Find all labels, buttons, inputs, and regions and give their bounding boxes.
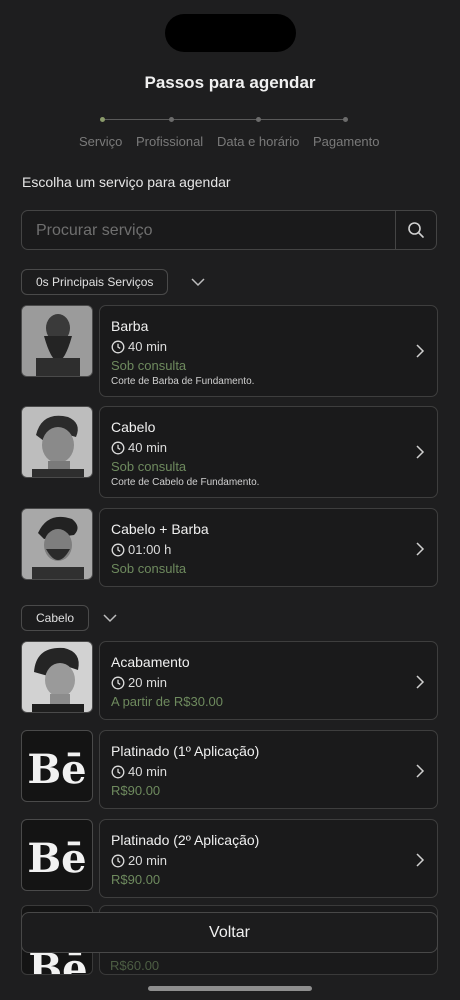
page-title: Passos para agendar: [144, 73, 316, 92]
section-subtitle: Escolha um serviço para agendar: [22, 174, 231, 190]
search-icon: [408, 222, 424, 238]
clock-icon: [111, 441, 125, 454]
chevron-down-icon[interactable]: [102, 610, 118, 626]
be-logo-image: Bē: [29, 835, 85, 880]
service-image-cabelo: [21, 406, 93, 478]
step-label-servico: Serviço: [79, 134, 123, 149]
step-labels: Serviço Profissional Data e horário Paga…: [0, 134, 460, 150]
curly-haircut-profile-image: [22, 642, 92, 712]
chevron-right-icon: [416, 344, 425, 358]
service-name: Acabamento: [111, 654, 190, 670]
step-label-data: Data e horário: [217, 134, 300, 149]
service-name: Barba: [111, 318, 149, 334]
back-button[interactable]: Voltar: [21, 912, 438, 953]
search-box: [21, 210, 437, 251]
clock-icon: [111, 340, 125, 353]
category-chip-principais[interactable]: 0s Principais Serviços: [21, 269, 169, 295]
clock-icon: [111, 854, 125, 867]
category-label: Cabelo: [36, 611, 75, 625]
clock-icon: [111, 543, 125, 556]
service-price: Sob consulta: [111, 459, 187, 474]
search-button[interactable]: [395, 211, 436, 249]
haircut-profile-image: [22, 407, 92, 477]
service-card-acabamento[interactable]: Acabamento 20 min A partir de R$30.00: [99, 641, 438, 720]
step-label-profissional: Profissional: [136, 134, 204, 149]
beard-portrait-image: [22, 306, 92, 376]
service-card-platinado-2[interactable]: Platinado (2º Aplicação) 20 min R$90.00: [99, 819, 438, 898]
duration-text: 40 min: [128, 339, 168, 354]
step-dot-profissional: [169, 117, 174, 122]
service-price: Sob consulta: [111, 561, 187, 576]
chevron-down-icon[interactable]: [190, 274, 206, 290]
category-chip-cabelo[interactable]: Cabelo: [21, 605, 90, 631]
clock-icon: [111, 676, 125, 689]
service-price: R$90.00: [111, 783, 161, 798]
chevron-right-icon: [416, 853, 425, 867]
duration-text: 01:00 h: [128, 542, 172, 557]
service-description: Corte de Cabelo de Fundamento.: [111, 477, 260, 488]
hair-beard-portrait-image: [22, 509, 92, 579]
step-progress: [100, 114, 348, 124]
step-label-pagamento: Pagamento: [313, 134, 380, 149]
service-image-platinado-2: Bē: [21, 819, 93, 891]
step-dot-servico: [100, 117, 105, 122]
service-name: Cabelo: [111, 419, 156, 435]
svg-text:Bē: Bē: [29, 835, 85, 880]
service-duration: 40 min: [111, 440, 167, 455]
service-name: Platinado (1º Aplicação): [111, 743, 260, 759]
home-indicator: [148, 986, 312, 991]
service-image-barba: [21, 305, 93, 377]
service-duration: 01:00 h: [111, 542, 171, 557]
service-price: A partir de R$30.00: [111, 694, 224, 709]
duration-text: 20 min: [128, 853, 168, 868]
service-name: Cabelo + Barba: [111, 521, 209, 537]
service-price: Sob consulta: [111, 358, 187, 373]
service-card-barba[interactable]: Barba 40 min Sob consulta Corte de Barba…: [99, 305, 438, 397]
chevron-right-icon: [416, 542, 425, 556]
service-image-acabamento: [21, 641, 93, 713]
duration-text: 40 min: [128, 764, 168, 779]
service-card-platinado-1[interactable]: Platinado (1º Aplicação) 40 min R$90.00: [99, 730, 438, 809]
chevron-right-icon: [416, 764, 425, 778]
search-input[interactable]: [34, 211, 398, 251]
step-dot-pagamento: [343, 117, 348, 122]
step-dot-data: [256, 117, 261, 122]
service-duration: 20 min: [111, 675, 167, 690]
service-price: R$90.00: [111, 872, 161, 887]
service-duration: 20 min: [111, 853, 167, 868]
service-duration: 40 min: [111, 339, 167, 354]
service-description: Corte de Barba de Fundamento.: [111, 376, 255, 387]
be-logo-image: Bē: [29, 746, 85, 791]
service-duration: 40 min: [111, 764, 167, 779]
back-button-label: Voltar: [209, 923, 250, 941]
svg-text:Bē: Bē: [29, 746, 85, 791]
service-image-cabelo-barba: [21, 508, 93, 580]
duration-text: 20 min: [128, 675, 168, 690]
service-card-cabelo[interactable]: Cabelo 40 min Sob consulta Corte de Cabe…: [99, 406, 438, 498]
duration-text: 40 min: [128, 440, 168, 455]
chevron-right-icon: [416, 675, 425, 689]
clock-icon: [111, 765, 125, 778]
service-name: Platinado (2º Aplicação): [111, 832, 260, 848]
service-image-platinado-1: Bē: [21, 730, 93, 802]
chevron-right-icon: [416, 445, 425, 459]
service-price-partial: R$60.00: [110, 958, 160, 973]
dynamic-island: [165, 14, 296, 52]
category-label: 0s Principais Serviços: [36, 275, 154, 289]
service-card-cabelo-barba[interactable]: Cabelo + Barba 01:00 h Sob consulta: [99, 508, 438, 587]
